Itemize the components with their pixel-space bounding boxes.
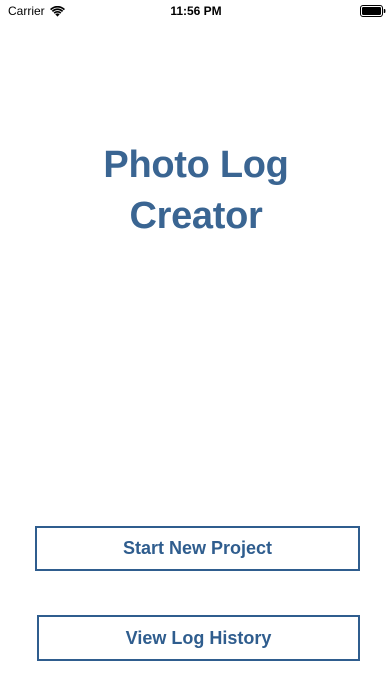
- status-bar: Carrier 11:56 PM: [0, 0, 392, 22]
- status-time: 11:56 PM: [170, 4, 222, 18]
- start-new-project-button[interactable]: Start New Project: [35, 526, 360, 571]
- page-title: Photo Log Creator: [0, 140, 392, 242]
- view-log-history-button[interactable]: View Log History: [37, 615, 360, 661]
- battery-icon: [360, 5, 386, 17]
- title-line-2: Creator: [129, 195, 263, 237]
- title-line-1: Photo Log: [103, 144, 289, 186]
